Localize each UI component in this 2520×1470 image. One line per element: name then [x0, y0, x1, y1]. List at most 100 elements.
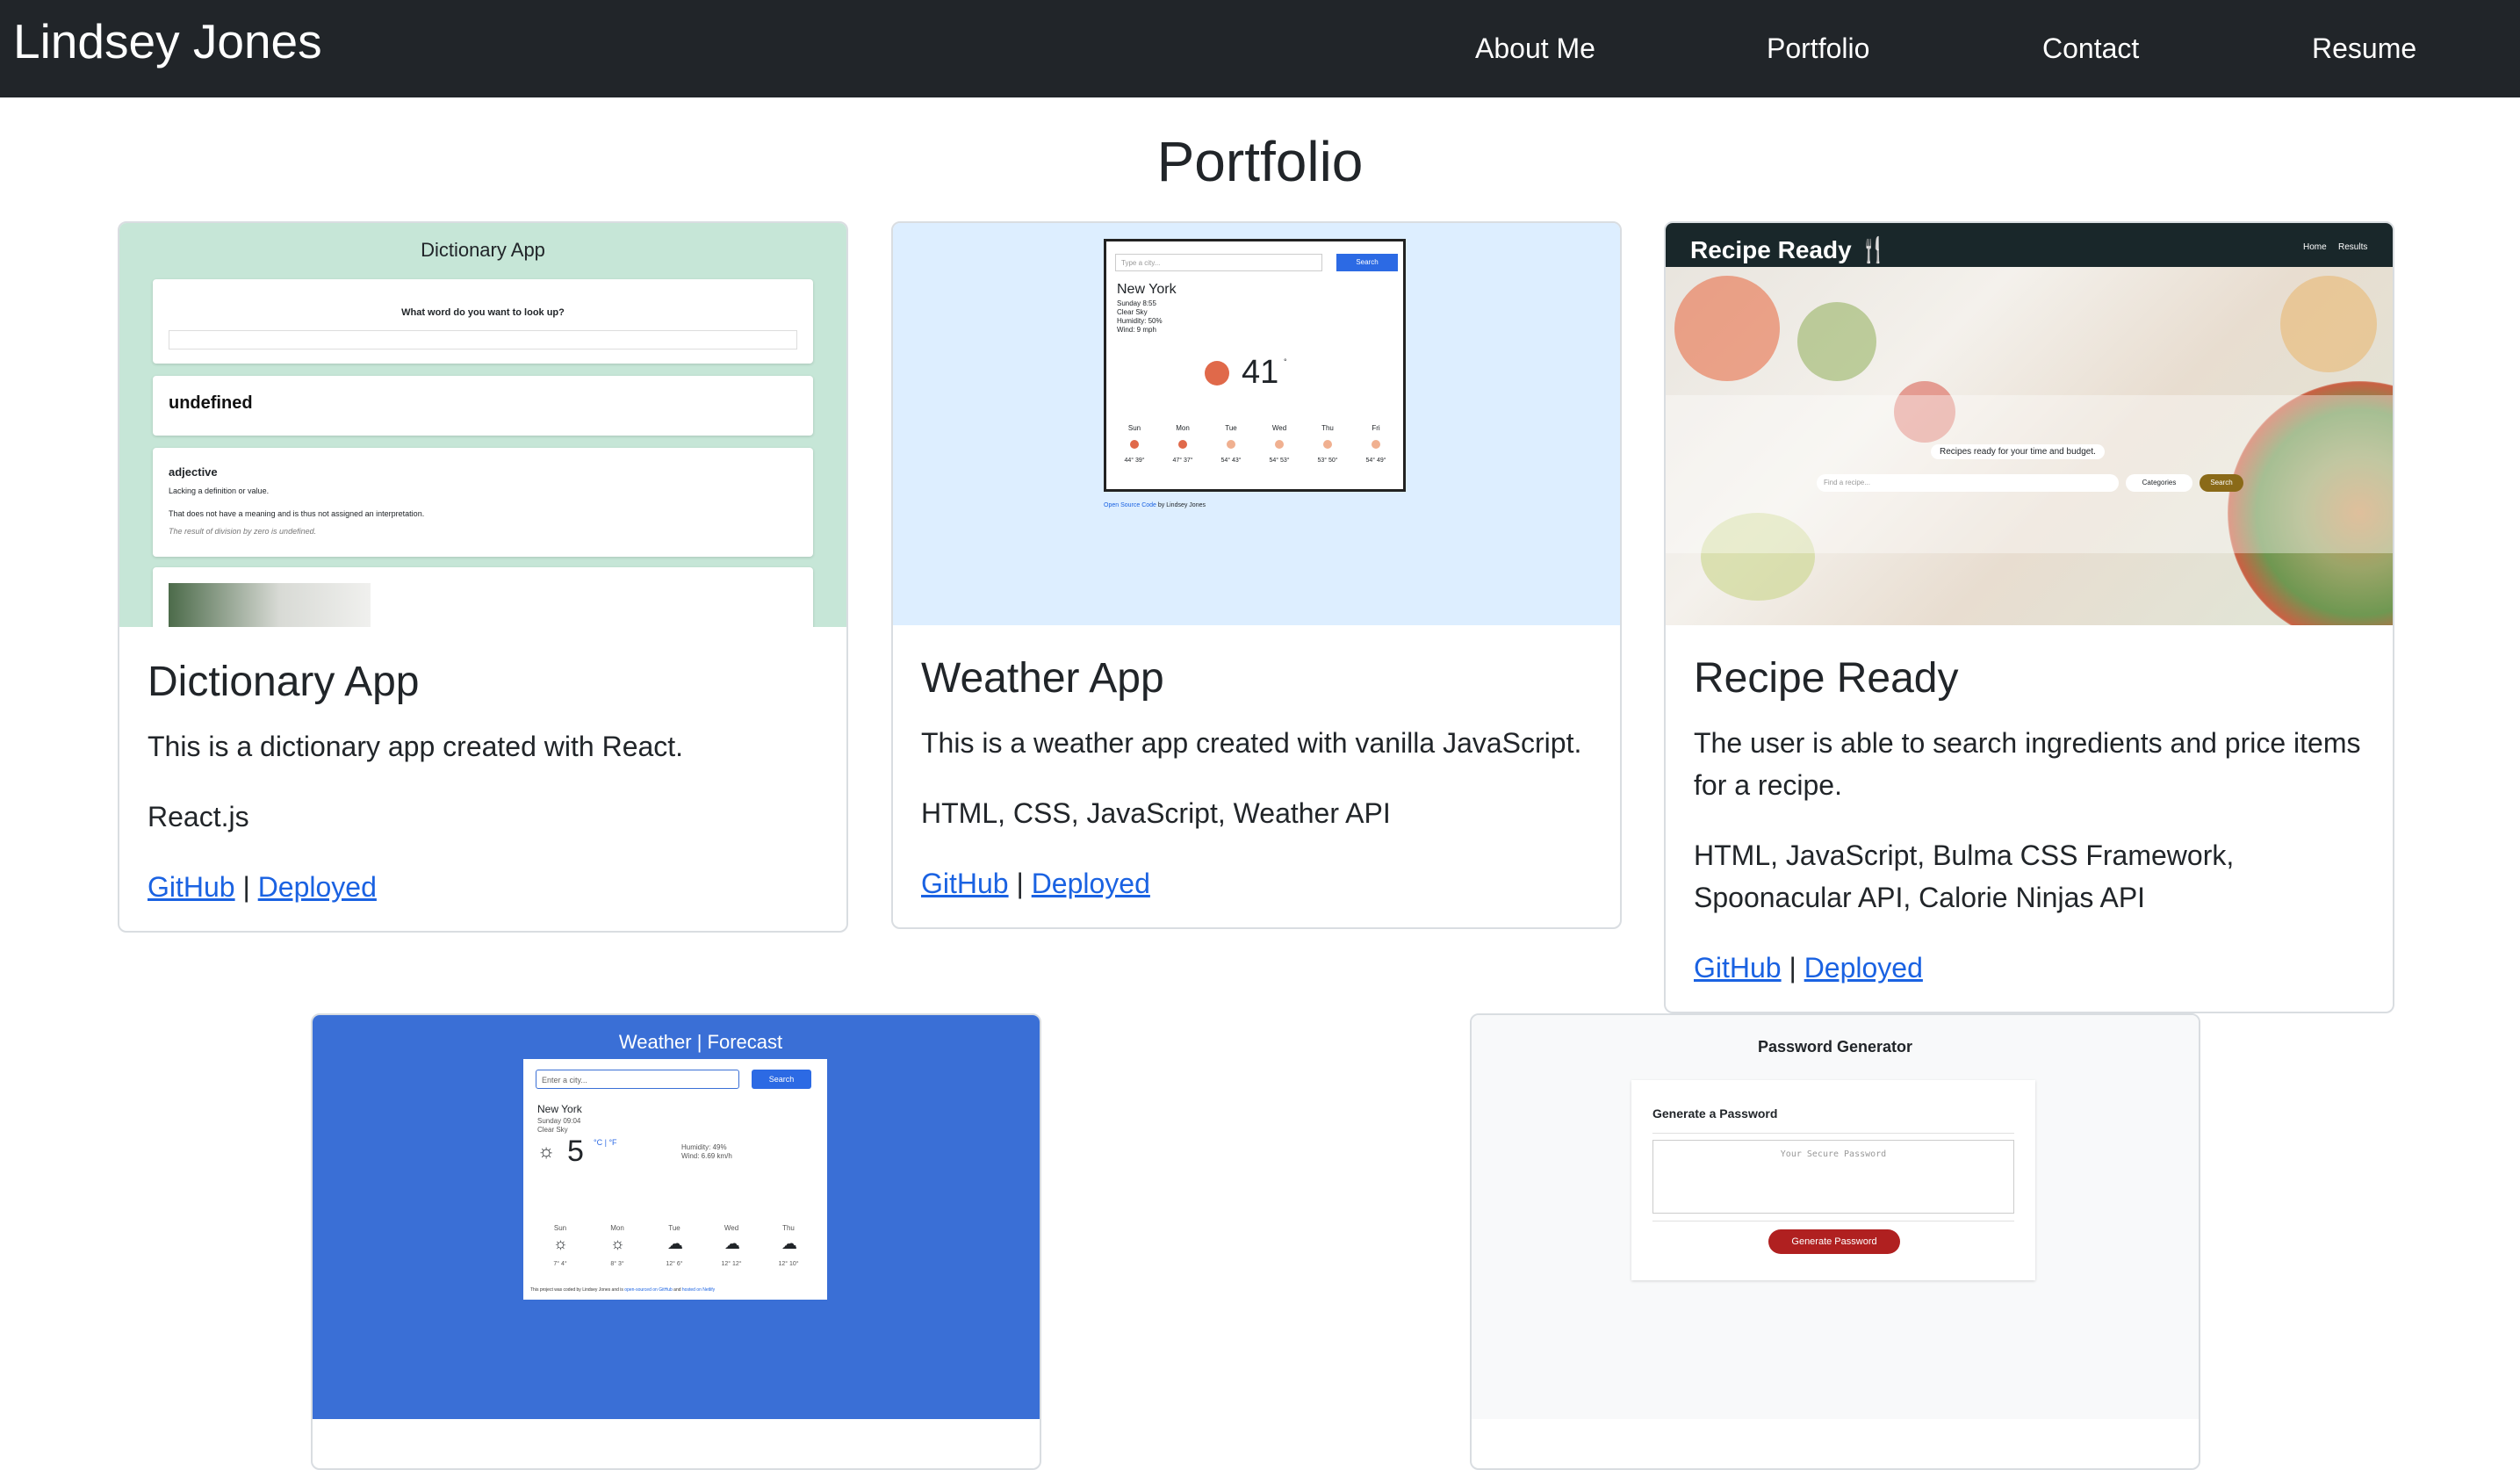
mini-credit-text: This project was coded by Lindsey Jones …	[530, 1287, 623, 1293]
mini-condition: Clear Sky	[1117, 308, 1148, 316]
decorative-shape	[1797, 302, 1876, 381]
deployed-link[interactable]: Deployed	[1032, 868, 1150, 899]
sun-icon: ☼	[553, 1235, 568, 1252]
project-links: GitHub | Deployed	[921, 862, 1592, 904]
card-body: Recipe Ready The user is able to search …	[1694, 653, 2365, 989]
project-links: GitHub | Deployed	[1694, 947, 2365, 989]
forecast-temps: 12° 10°	[778, 1261, 799, 1267]
mini-credit-link: hosted on Netlify	[681, 1287, 716, 1293]
mini-definition-box: adjective Lacking a definition or value.…	[153, 448, 813, 557]
github-link[interactable]: GitHub	[921, 868, 1009, 899]
nav-link-contact[interactable]: Contact	[2042, 28, 2139, 68]
project-tech: React.js	[148, 801, 249, 832]
brand-name[interactable]: Lindsey Jones	[13, 12, 322, 70]
mini-photo-box	[153, 567, 813, 627]
nav-link-about-me[interactable]: About Me	[1475, 28, 1595, 68]
mini-wind: Wind: 6.69 km/h	[681, 1152, 732, 1160]
mini-definition: Lacking a definition or value.	[169, 486, 270, 495]
mini-city: New York	[537, 1103, 582, 1115]
mini-generate-button: Generate Password	[1768, 1229, 1900, 1254]
mini-search-input: Type a city...	[1115, 254, 1322, 271]
mini-search-box: What word do you want to look up?	[153, 279, 813, 364]
deployed-link[interactable]: Deployed	[258, 871, 377, 903]
mini-search-input	[169, 330, 797, 349]
forecast-day: Fri	[1372, 424, 1380, 432]
mini-search-button: Search	[1336, 254, 1398, 271]
project-description: This is a weather app created with vanil…	[921, 727, 1582, 759]
mini-part-of-speech: adjective	[169, 465, 218, 479]
mini-definition: That does not have a meaning and is thus…	[169, 509, 425, 518]
mini-condition: Clear Sky	[537, 1126, 568, 1134]
cloud-icon: ☁	[667, 1235, 683, 1252]
mini-date: Sunday 09:04	[537, 1117, 581, 1125]
mini-weather-frame: Type a city... Search New York Sunday 8:…	[1104, 239, 1406, 492]
forecast-day: Sun	[1127, 424, 1141, 432]
forecast-temps: 54° 53°	[1269, 458, 1290, 464]
mini-password-output: Your Secure Password	[1652, 1140, 2014, 1214]
project-card-weather-forecast: Weather | Forecast Enter a city... Searc…	[311, 1013, 1041, 1470]
forecast-day: Mon	[1176, 424, 1190, 432]
divider	[1652, 1133, 2014, 1134]
navbar: Lindsey Jones About Me Portfolio Contact…	[0, 0, 2520, 97]
cloud-icon: ☁	[781, 1235, 797, 1252]
forecast-day: Sun	[553, 1224, 567, 1232]
mini-app-title: Password Generator	[1757, 1038, 1913, 1056]
link-separator: |	[1789, 952, 1796, 984]
mini-footer-text: by Lindsey Jones	[1157, 502, 1206, 508]
project-description: This is a dictionary app created with Re…	[148, 731, 684, 762]
forecast-temps: 12° 12°	[721, 1261, 742, 1267]
sun-icon	[1178, 440, 1187, 449]
mini-example: The result of division by zero is undefi…	[169, 527, 317, 536]
mini-search-input: Enter a city...	[536, 1070, 739, 1089]
decorative-shape	[1674, 276, 1780, 381]
sun-icon	[1372, 440, 1380, 449]
mini-navbar: Recipe Ready 🍴 Home Results	[1666, 223, 2393, 267]
forecast-day: Thu	[782, 1224, 795, 1232]
sun-icon: ☼	[610, 1235, 625, 1252]
github-link[interactable]: GitHub	[1694, 952, 1782, 984]
page-title: Portfolio	[1156, 130, 1364, 193]
mini-credit: This project was coded by Lindsey Jones …	[530, 1287, 715, 1293]
mini-humidity: Humidity: 50%	[1117, 317, 1163, 325]
sun-icon	[1323, 440, 1332, 449]
project-title: Weather App	[921, 655, 1164, 702]
forecast-day: Thu	[1321, 424, 1334, 432]
project-tech: HTML, CSS, JavaScript, Weather API	[921, 797, 1391, 829]
mini-date: Sunday 8:55	[1117, 299, 1156, 307]
forecast-temps: 54° 49°	[1365, 458, 1386, 464]
forecast-day: Mon	[610, 1224, 624, 1232]
project-tech: HTML, JavaScript, Bulma CSS Framework, S…	[1694, 839, 2235, 913]
mini-app-title: Dictionary App	[421, 239, 545, 261]
mini-wind: Wind: 9 mph	[1117, 326, 1156, 334]
forecast-temps: 53° 50°	[1317, 458, 1338, 464]
mini-menu-item: Results	[2338, 242, 2368, 252]
decorative-shape	[2280, 276, 2377, 372]
mini-prompt: What word do you want to look up?	[401, 307, 565, 318]
nav-link-resume[interactable]: Resume	[2312, 28, 2416, 68]
forecast-temps: 44° 39°	[1124, 458, 1145, 464]
mini-generator-card: Generate a Password Your Secure Password…	[1631, 1080, 2035, 1280]
project-title: Dictionary App	[148, 659, 420, 705]
forecast-day: Wed	[1271, 424, 1287, 432]
project-title: Recipe Ready	[1694, 655, 1959, 702]
mini-logo: Recipe Ready 🍴	[1690, 236, 1890, 263]
project-screenshot: Recipe Ready 🍴 Home Results Recipes read…	[1666, 223, 2393, 625]
mini-categories: Categories	[2126, 474, 2192, 492]
project-card-password-generator: Password Generator Generate a Password Y…	[1470, 1013, 2200, 1470]
project-screenshot: Weather | Forecast Enter a city... Searc…	[313, 1015, 1040, 1419]
mini-units: °C | °F	[594, 1138, 617, 1147]
project-links: GitHub | Deployed	[148, 866, 818, 908]
project-card-weather: Type a city... Search New York Sunday 8:…	[891, 221, 1622, 929]
sun-icon	[1275, 440, 1284, 449]
forecast-temps: 7° 4°	[553, 1261, 567, 1267]
forecast-day: Tue	[668, 1224, 680, 1232]
sun-icon	[1130, 440, 1139, 449]
mini-credit-and: and	[673, 1287, 681, 1293]
sun-icon	[1227, 440, 1235, 449]
github-link[interactable]: GitHub	[148, 871, 235, 903]
deployed-link[interactable]: Deployed	[1804, 952, 1923, 984]
nav-link-portfolio[interactable]: Portfolio	[1767, 28, 1869, 68]
mini-humidity: Humidity: 49%	[681, 1143, 727, 1151]
project-description: The user is able to search ingredients a…	[1694, 727, 2361, 801]
forecast-temps: 54° 43°	[1220, 458, 1242, 464]
